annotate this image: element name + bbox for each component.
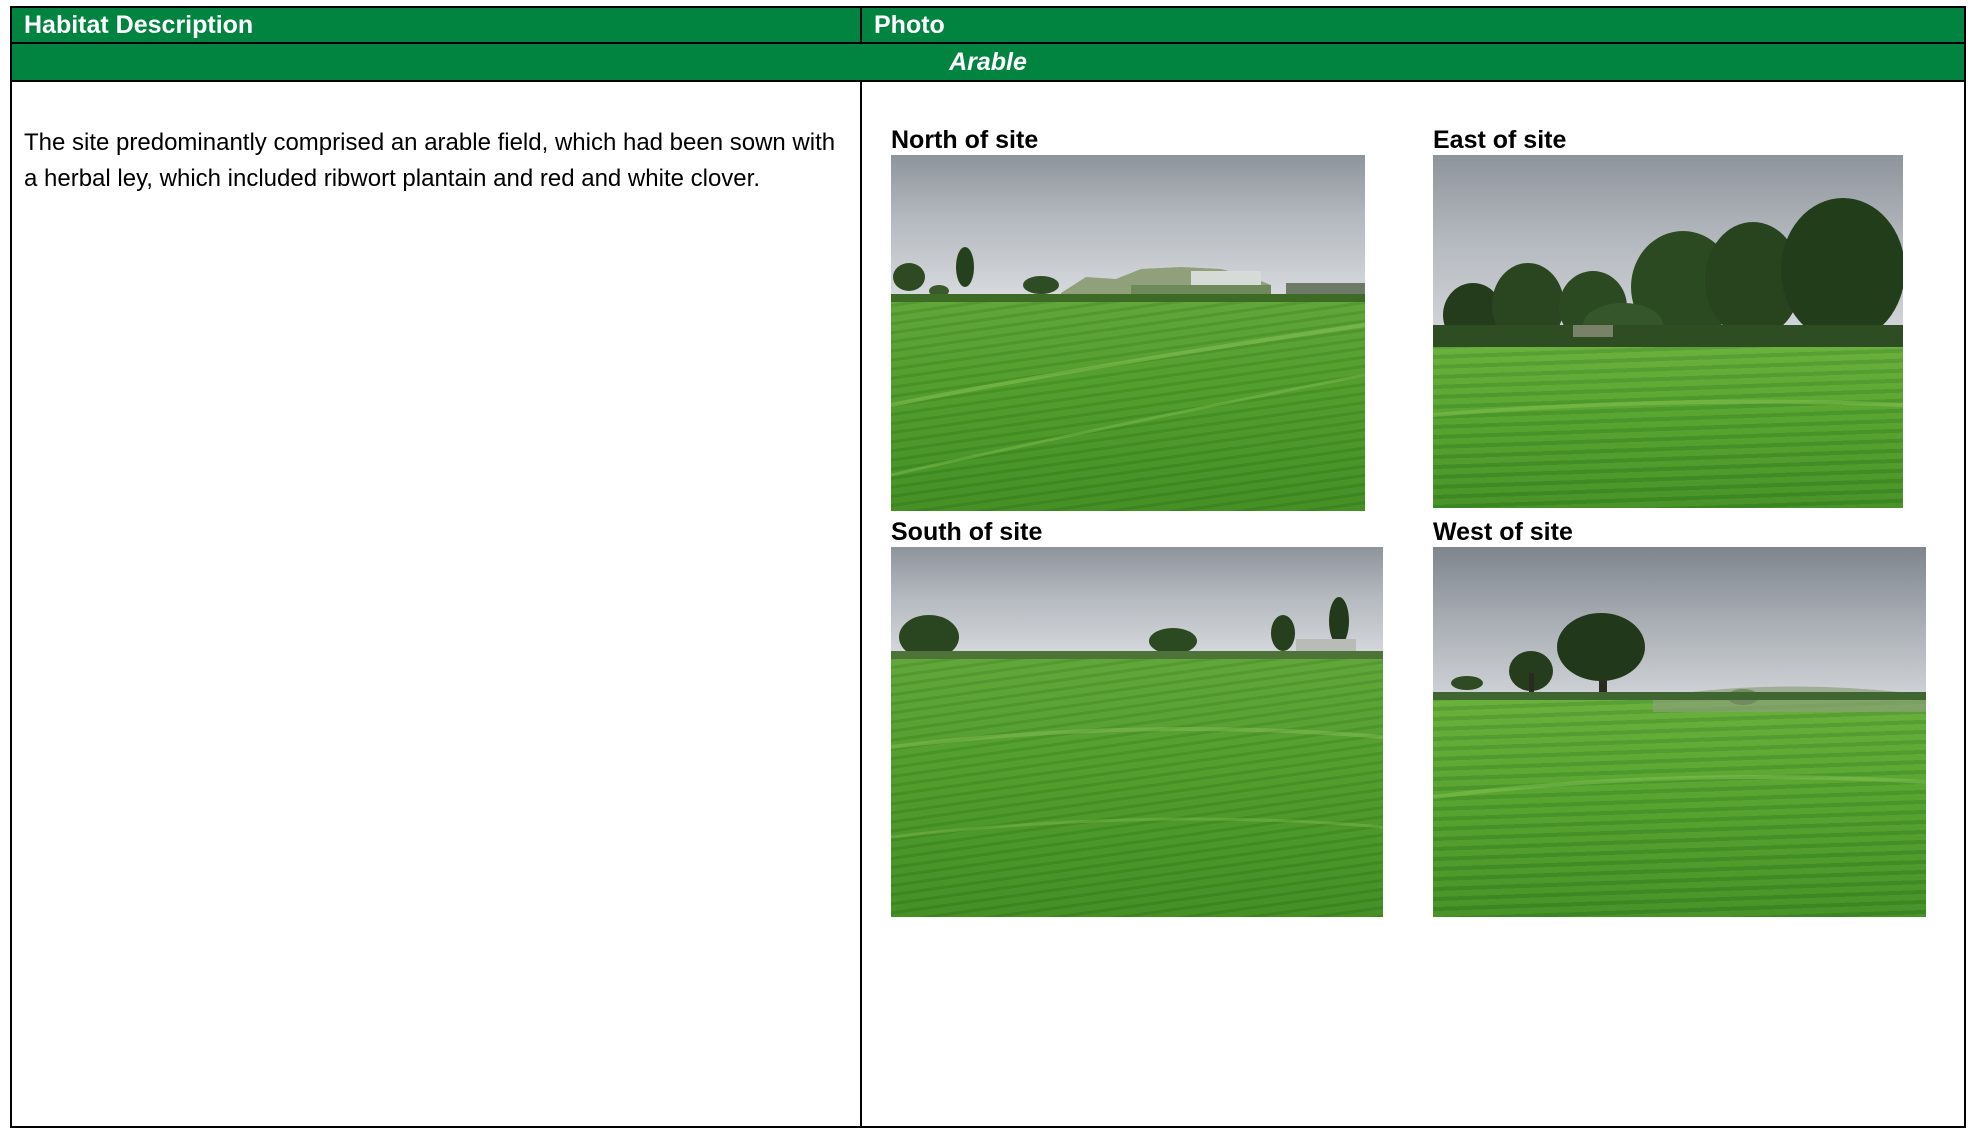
table-header-row: Habitat Description Photo: [12, 8, 1964, 44]
habitat-description-cell: The site predominantly comprised an arab…: [12, 82, 860, 1128]
photo-east-of-site: [1433, 155, 1903, 508]
header-habitat-description: Habitat Description: [24, 11, 254, 39]
photo-south-of-site: [891, 547, 1383, 917]
photo-block-south: South of site: [891, 517, 1383, 917]
photo-label-north: North of site: [891, 126, 1039, 154]
photo-block-north: North of site: [891, 125, 1365, 511]
photo-block-west: West of site: [1433, 517, 1926, 917]
photo-label-south: South of site: [891, 518, 1043, 546]
habitat-description-text: The site predominantly comprised an arab…: [24, 129, 836, 192]
header-photo: Photo: [860, 8, 1966, 42]
photo-label-west: West of site: [1433, 518, 1573, 546]
photo-cell: North of site East of site South of site…: [860, 82, 1966, 1128]
habitat-table: Habitat Description Photo Arable The sit…: [10, 6, 1966, 1128]
photo-block-east: East of site: [1433, 125, 1903, 508]
photo-west-of-site: [1433, 547, 1926, 917]
photo-north-of-site: [891, 155, 1365, 511]
section-title-arable: Arable: [12, 44, 1964, 82]
table-body-row: The site predominantly comprised an arab…: [12, 82, 1964, 1128]
photo-label-east: East of site: [1433, 126, 1567, 154]
